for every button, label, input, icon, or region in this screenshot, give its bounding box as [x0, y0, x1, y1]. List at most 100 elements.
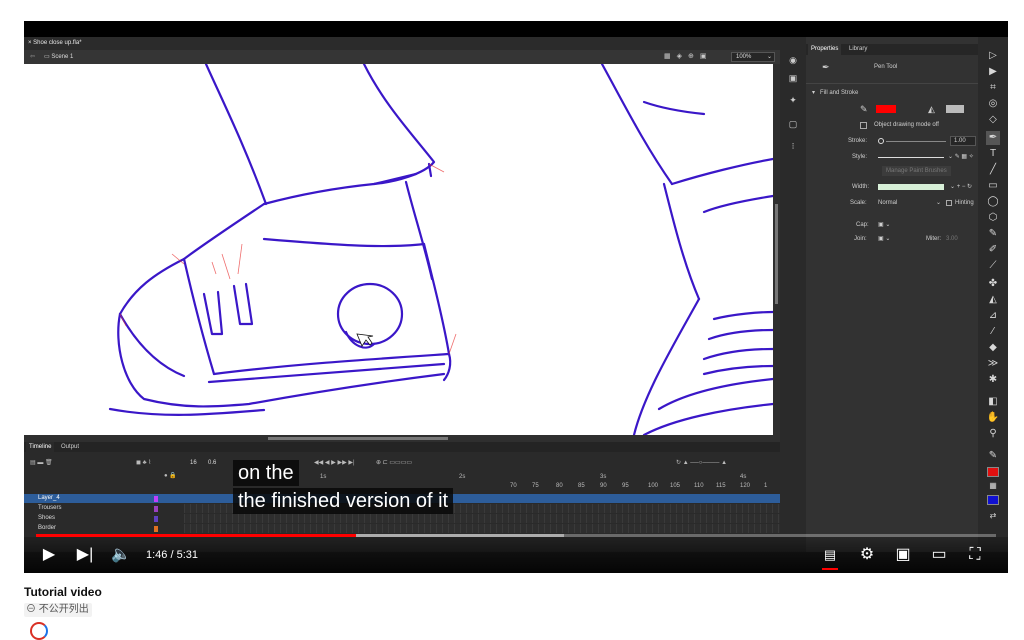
stage-canvas[interactable] [24, 64, 773, 435]
scrollbar-thumb[interactable] [268, 437, 448, 440]
width-profile-dropdown[interactable] [878, 184, 944, 190]
fill-color-swatch[interactable] [987, 495, 999, 505]
volume-icon[interactable]: 🔈 [110, 545, 132, 565]
lasso-icon[interactable]: ◇ [986, 113, 1000, 127]
fill-bucket-icon[interactable]: ▦ [986, 479, 1000, 493]
style-tools-icons[interactable]: ⌄ ✎ ▦ ✧ [948, 151, 974, 163]
join-label: Join: [854, 236, 867, 242]
paint-brush-icon[interactable]: ⟋ [986, 259, 1000, 273]
zoom-dropdown[interactable]: 100% ⌄ [731, 52, 775, 62]
layer-color-swatch [154, 496, 158, 502]
oval-tool-icon[interactable]: ◯ [986, 195, 1000, 209]
theater-mode-icon[interactable]: ▭ [928, 545, 950, 565]
layer-row-border[interactable]: Border [24, 524, 184, 533]
miter-value[interactable]: 3.00 [946, 233, 958, 245]
stroke-slider-track[interactable] [886, 141, 946, 142]
pencil-tool-icon[interactable]: ✎ [986, 227, 1000, 241]
object-drawing-row[interactable]: Object drawing mode off [806, 119, 978, 131]
playback-controls[interactable]: ◀◀ ◀ ▶ ▶▶ ▶| [314, 456, 355, 470]
layer-tools-icons[interactable]: ▤ ▬ 🗑 [30, 456, 53, 470]
assets-icon[interactable]: ◉ [788, 55, 798, 65]
layer-frames[interactable] [184, 524, 784, 533]
layer-row-trousers[interactable]: Trousers [24, 504, 184, 513]
tool-name: Pen Tool [874, 64, 898, 70]
miniplayer-icon[interactable]: ▣ [892, 545, 914, 565]
tools-panel: ▷ ▶ ⌗ ◎ ◇ ✒ T ╱ ▭ ◯ ⬡ ✎ ✐ ⟋ ✤ ◭ ⊿ ⁄ ◆ ≫ … [978, 37, 1008, 552]
cap-dropdown[interactable]: ▣ ⌄ [878, 219, 890, 231]
chevron-down-icon: ⌄ [766, 54, 772, 60]
stroke-value-input[interactable]: 1.00 [950, 136, 976, 146]
3d-rotation-icon[interactable]: ◎ [986, 97, 1000, 111]
stage-scrollbar-vertical[interactable] [773, 64, 780, 435]
fullscreen-icon[interactable]: ⛶ [964, 545, 986, 565]
stroke-label: Stroke: [848, 138, 868, 144]
brush-tool-icon[interactable]: ✐ [986, 243, 1000, 257]
document-tab[interactable]: × Shoe close up.fla* [28, 37, 82, 50]
width-tools-icons[interactable]: ⌄ + − ↻ [950, 181, 972, 193]
manage-brushes-button[interactable]: Manage Paint Brushes [882, 166, 951, 176]
color-icon[interactable]: ✦ [788, 95, 798, 105]
width-tool-icon[interactable]: ≫ [986, 357, 1000, 371]
free-transform-icon[interactable]: ⌗ [986, 81, 1000, 95]
stage-tools-icons[interactable]: ▦◈⊕▣ [664, 50, 712, 64]
layer-row-shoes[interactable]: Shoes [24, 514, 184, 523]
visibility-lock-icons[interactable]: ● 🔒 [164, 472, 177, 479]
scene-label[interactable]: ▭ Scene 1 [44, 50, 73, 64]
pin-tool-icon[interactable]: ✱ [986, 373, 1000, 387]
timeline-zoom-slider[interactable]: ↻ ▲ ──○──── ▲ [676, 456, 727, 470]
selection-tool-icon[interactable]: ▷ [986, 49, 1000, 63]
layer-name: Trousers [38, 505, 62, 511]
play-icon[interactable]: ▶ [38, 545, 60, 565]
camera-icon[interactable]: ◼ ♣ ⌇ [136, 456, 151, 470]
video-player[interactable]: × Shoe close up.fla* ⇦ ▭ Scene 1 ▦◈⊕▣ 10… [24, 21, 1008, 573]
cap-row: Cap: ▣ ⌄ [806, 219, 978, 231]
stroke-color-swatch[interactable] [876, 105, 896, 113]
next-icon[interactable]: ▶| [74, 545, 96, 565]
ruler-label: 105 [670, 483, 681, 489]
library-icon[interactable]: ▣ [788, 73, 798, 83]
layer-color-swatch [154, 516, 158, 522]
stroke-color-swatch[interactable] [987, 467, 999, 477]
back-arrow-icon[interactable]: ⇦ [30, 50, 35, 64]
align-icon[interactable]: ▢ [788, 119, 798, 129]
join-dropdown[interactable]: ▣ ⌄ [878, 233, 890, 245]
ink-bottle-icon[interactable]: ⊿ [986, 309, 1000, 323]
join-row: Join: ▣ ⌄ Miter: 3.00 [806, 233, 978, 245]
rectangle-tool-icon[interactable]: ▭ [986, 179, 1000, 193]
tab-output[interactable]: Output [58, 442, 82, 452]
subtitles-icon[interactable]: ▤ [819, 545, 841, 565]
scrollbar-thumb[interactable] [775, 204, 778, 304]
camera-tool-icon[interactable]: ◧ [986, 395, 1000, 409]
eyedropper-icon[interactable]: ⁄ [986, 325, 1000, 339]
pen-tool-icon[interactable]: ✒ [986, 131, 1000, 145]
paint-bucket-icon[interactable]: ◭ [986, 293, 1000, 307]
stroke-slider-handle[interactable] [878, 138, 884, 144]
zoom-tool-icon[interactable]: ⚲ [986, 427, 1000, 441]
scale-dropdown[interactable]: Normal [878, 197, 897, 209]
layer-row-layer-4[interactable]: Layer_4 [24, 494, 184, 503]
fill-stroke-section[interactable]: ▾ Fill and Stroke [806, 87, 978, 99]
settings-gear-icon[interactable]: ⚙ [856, 545, 878, 565]
hinting-label: Hinting [955, 200, 974, 206]
onion-skin-icons[interactable]: ⊕ ⊏ ▭▭▭▭ [376, 456, 412, 470]
tab-library[interactable]: Library [846, 44, 870, 55]
tab-properties[interactable]: Properties [808, 44, 842, 55]
tab-timeline[interactable]: Timeline [26, 442, 55, 452]
swap-colors-icon[interactable]: ⇄ [986, 509, 1000, 523]
hand-tool-icon[interactable]: ✋ [986, 411, 1000, 425]
eraser-icon[interactable]: ◆ [986, 341, 1000, 355]
line-tool-icon[interactable]: ╱ [986, 163, 1000, 177]
player-controls: ▶ ▶| 🔈 1:46 / 5:31 ▤ ⚙ ▣ ▭ ⛶ [24, 537, 1008, 573]
hinting-checkbox[interactable] [946, 200, 952, 206]
avatar[interactable] [30, 622, 48, 640]
bone-tool-icon[interactable]: ✤ [986, 277, 1000, 291]
polystar-tool-icon[interactable]: ⬡ [986, 211, 1000, 225]
transform-icon[interactable]: ⁝ [788, 141, 798, 151]
fill-color-swatch[interactable] [946, 105, 964, 113]
subselection-tool-icon[interactable]: ▶ [986, 65, 1000, 79]
stroke-pencil-icon[interactable]: ✎ [986, 449, 1000, 463]
text-tool-icon[interactable]: T [986, 147, 1000, 161]
stage-scrollbar-horizontal[interactable] [24, 435, 780, 442]
layer-frames[interactable] [184, 514, 784, 523]
style-dropdown[interactable] [878, 157, 944, 158]
